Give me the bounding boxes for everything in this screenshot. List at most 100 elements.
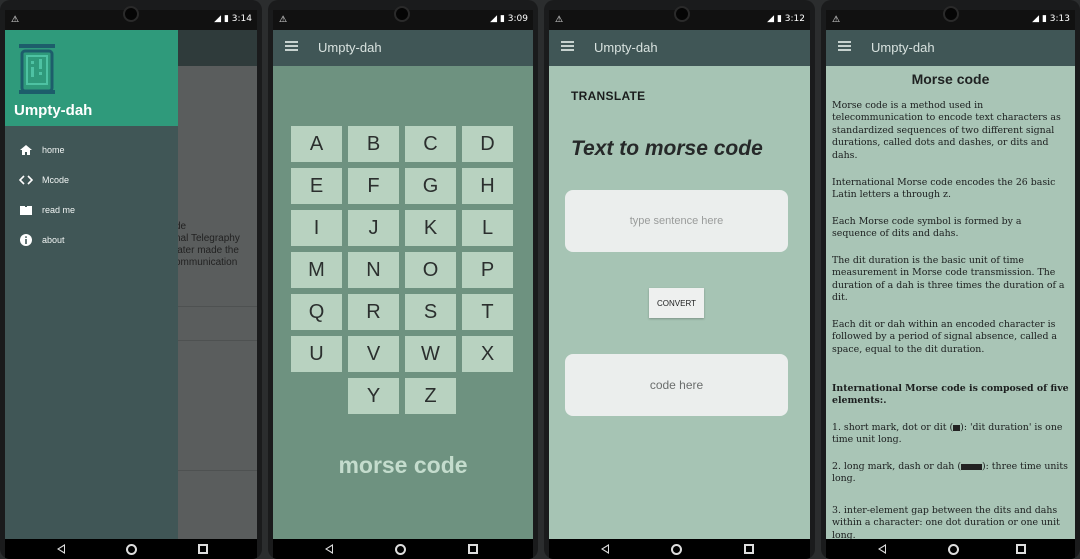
drawer-item-about[interactable]: about xyxy=(5,226,178,254)
app-bar: Umpty-dah xyxy=(549,30,810,66)
alert-icon: ⚠ xyxy=(832,14,841,24)
sentence-input[interactable] xyxy=(565,190,788,252)
recents-icon[interactable] xyxy=(744,544,754,554)
key-b[interactable]: B xyxy=(348,126,399,162)
long-mark-icon xyxy=(960,463,982,470)
info-paragraph: The dit duration is the basic unit of ti… xyxy=(832,255,1065,304)
background-text: nal Telegraphy xyxy=(175,233,240,244)
camera xyxy=(123,6,139,22)
key-v[interactable]: V xyxy=(348,336,399,372)
phone-info: ⚠ ◢ ▮ 3:13 Umpty-dah Morse code Morse co… xyxy=(821,0,1080,559)
drawer-item-mcode[interactable]: Mcode xyxy=(5,166,178,194)
clock: 3:14 xyxy=(231,14,252,24)
phone-keyboard: ⚠ ◢ ▮ 3:09 Umpty-dah ABCD EFGH IJKL MNOP QRS… xyxy=(268,0,538,559)
info-text: 2. long mark, dash or dah ( xyxy=(832,461,961,472)
menu-icon[interactable] xyxy=(561,41,574,51)
info-paragraph-bold: International Morse code is composed of … xyxy=(832,383,1069,407)
drawer-title: Umpty-dah xyxy=(14,102,93,119)
clock: 3:13 xyxy=(1049,14,1070,24)
alert-icon: ⚠ xyxy=(279,14,288,24)
section-label: TRANSLATE xyxy=(571,89,646,103)
info-text: 1. short mark, dot or dit ( xyxy=(832,422,954,433)
key-j[interactable]: J xyxy=(348,210,399,246)
home-nav-icon[interactable] xyxy=(948,544,959,555)
screen: ⚠ ◢ ▮ 3:13 Umpty-dah Morse code Morse co… xyxy=(826,10,1075,559)
alert-icon: ⚠ xyxy=(11,14,20,24)
system-nav-bar xyxy=(273,539,533,559)
key-m[interactable]: M xyxy=(291,252,342,288)
status-time: ◢ ▮ 3:12 xyxy=(767,14,805,24)
info-title: Morse code xyxy=(911,71,990,87)
key-h[interactable]: H xyxy=(462,168,513,204)
recents-icon[interactable] xyxy=(198,544,208,554)
app-title: Umpty-dah xyxy=(318,40,382,55)
key-w[interactable]: W xyxy=(405,336,456,372)
code-output: code here xyxy=(565,354,788,416)
key-x[interactable]: X xyxy=(462,336,513,372)
app-title: Umpty-dah xyxy=(871,40,935,55)
status-time: ◢ ▮ 3:14 xyxy=(214,14,252,24)
key-c[interactable]: C xyxy=(405,126,456,162)
key-f[interactable]: F xyxy=(348,168,399,204)
key-s[interactable]: S xyxy=(405,294,456,330)
back-icon[interactable] xyxy=(601,544,609,554)
key-e[interactable]: E xyxy=(291,168,342,204)
menu-icon[interactable] xyxy=(838,41,851,51)
recents-icon[interactable] xyxy=(1016,544,1026,554)
home-nav-icon[interactable] xyxy=(126,544,137,555)
drawer-item-label: home xyxy=(42,145,65,155)
key-g[interactable]: G xyxy=(405,168,456,204)
info-panel[interactable]: Morse code Morse code is a method used i… xyxy=(826,66,1075,539)
divider xyxy=(175,340,257,341)
drawer-item-read-me[interactable]: read me xyxy=(5,196,178,224)
convert-button[interactable]: CONVERT xyxy=(649,288,704,318)
key-t[interactable]: T xyxy=(462,294,513,330)
drawer-header: Umpty-dah xyxy=(5,30,178,126)
system-nav-bar xyxy=(549,539,810,559)
background-text: ommunication xyxy=(175,257,238,268)
key-z[interactable]: Z xyxy=(405,378,456,414)
app-title: Umpty-dah xyxy=(594,40,658,55)
info-paragraph: Morse code is a method used in telecommu… xyxy=(832,100,1061,161)
key-q[interactable]: Q xyxy=(291,294,342,330)
app-bar: Umpty-dah xyxy=(826,30,1075,66)
screen: ⚠ ◢ ▮ 3:09 Umpty-dah ABCD EFGH IJKL MNOP QRS… xyxy=(273,10,533,559)
info-paragraph: 3. inter-element gap between the dits an… xyxy=(832,505,1060,539)
info-paragraph: 2. long mark, dash or dah (): three time… xyxy=(832,461,1069,486)
key-l[interactable]: L xyxy=(462,210,513,246)
key-d[interactable]: D xyxy=(462,126,513,162)
navigation-drawer: Umpty-dah home Mcode read me about xyxy=(5,30,178,539)
key-a[interactable]: A xyxy=(291,126,342,162)
menu-icon[interactable] xyxy=(285,41,298,51)
camera xyxy=(394,6,410,22)
key-p[interactable]: P xyxy=(462,252,513,288)
key-r[interactable]: R xyxy=(348,294,399,330)
back-icon[interactable] xyxy=(57,544,65,554)
info-icon xyxy=(20,234,32,246)
drawer-item-home[interactable]: home xyxy=(5,136,178,164)
recents-icon[interactable] xyxy=(468,544,478,554)
key-u[interactable]: U xyxy=(291,336,342,372)
back-icon[interactable] xyxy=(325,544,333,554)
system-nav-bar xyxy=(826,539,1075,559)
key-i[interactable]: I xyxy=(291,210,342,246)
screen: ⚠ ◢ ▮ 3:14 t de nal Telegraphy later mad… xyxy=(5,10,257,559)
divider xyxy=(175,306,257,307)
home-nav-icon[interactable] xyxy=(671,544,682,555)
phone-drawer: ⚠ ◢ ▮ 3:14 t de nal Telegraphy later mad… xyxy=(0,0,262,559)
key-k[interactable]: K xyxy=(405,210,456,246)
alert-icon: ⚠ xyxy=(555,14,564,24)
info-paragraph: 1. short mark, dot or dit (): 'dit durat… xyxy=(832,422,1069,447)
home-icon xyxy=(20,145,32,155)
key-n[interactable]: N xyxy=(348,252,399,288)
drawer-item-label: read me xyxy=(42,205,76,215)
key-o[interactable]: O xyxy=(405,252,456,288)
phone-translate: ⚠ ◢ ▮ 3:12 Umpty-dah TRANSLATE Text to m… xyxy=(544,0,815,559)
info-paragraph: Each Morse code symbol is formed by a se… xyxy=(832,216,1022,240)
key-y[interactable]: Y xyxy=(348,378,399,414)
book-icon xyxy=(20,206,32,215)
camera xyxy=(943,6,959,22)
home-nav-icon[interactable] xyxy=(395,544,406,555)
back-icon[interactable] xyxy=(878,544,886,554)
camera xyxy=(674,6,690,22)
